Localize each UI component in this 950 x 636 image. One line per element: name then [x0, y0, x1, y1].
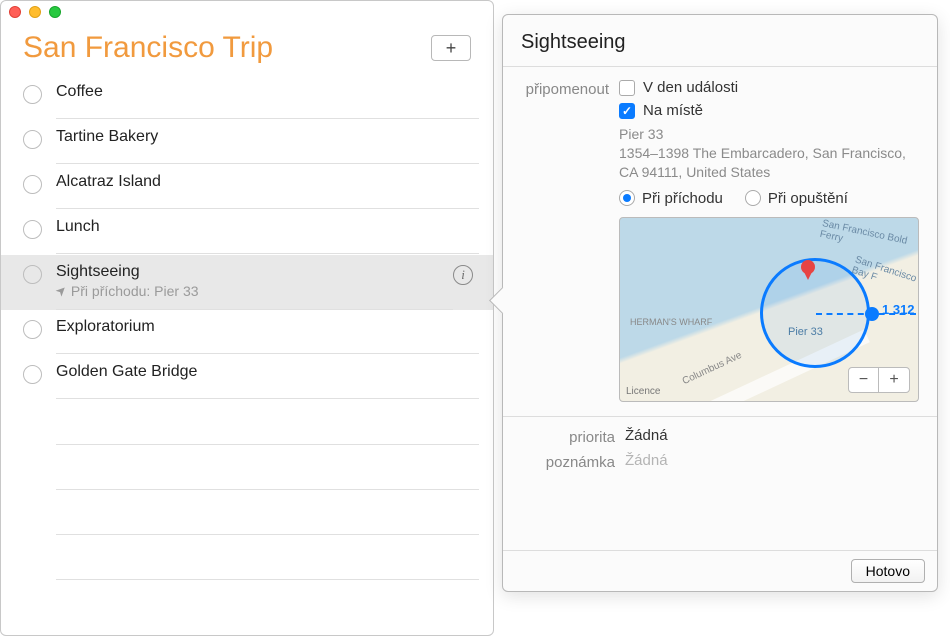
reminder-content: Exploratorium	[56, 318, 479, 354]
close-window-icon[interactable]	[9, 6, 21, 18]
reminder-sublabel: ➤Při příchodu: Pier 33	[56, 283, 453, 299]
complete-circle[interactable]	[23, 85, 42, 104]
map-ferry-label: San Francisco Bold Ferry	[819, 218, 919, 260]
reminder-content: Lunch	[56, 218, 479, 254]
day-of-event-checkbox[interactable]	[619, 80, 635, 96]
list-header: San Francisco Trip +	[1, 23, 493, 75]
day-of-event-label: V den události	[643, 79, 738, 96]
map-wharf-label: HERMAN'S WHARF	[630, 318, 712, 328]
note-row: poznámka Žádná	[521, 452, 919, 471]
geofence-mode: Při příchodu Při opuštění	[619, 190, 919, 207]
info-icon[interactable]: i	[453, 265, 473, 285]
note-value[interactable]: Žádná	[625, 452, 919, 471]
priority-label: priorita	[521, 427, 625, 446]
geofence-distance: 1 312 STO	[882, 302, 919, 317]
list-title: San Francisco Trip	[23, 31, 273, 65]
location-address: Pier 33 1354–1398 The Embarcadero, San F…	[619, 125, 919, 182]
geofence-radius-handle[interactable]	[865, 307, 879, 321]
complete-circle[interactable]	[23, 175, 42, 194]
at-location-label: Na místě	[643, 102, 703, 119]
reminder-item[interactable]: Lunch	[1, 210, 493, 255]
empty-row	[56, 400, 479, 445]
map-pier-label: Pier 33	[788, 326, 823, 338]
remind-row: připomenout V den události Na místě Pier…	[521, 79, 919, 402]
reminder-content: Coffee	[56, 83, 479, 119]
zoom-in-button[interactable]: +	[879, 368, 909, 392]
reminder-label: Exploratorium	[56, 318, 479, 336]
reminder-item[interactable]: Alcatraz Island	[1, 165, 493, 210]
map-road-label: Columbus Ave	[681, 350, 744, 387]
reminder-label: Coffee	[56, 83, 479, 101]
detail-title: Sightseeing	[503, 15, 937, 67]
empty-row	[56, 490, 479, 535]
location-arrow-icon: ➤	[52, 281, 71, 300]
note-label: poznámka	[521, 452, 625, 471]
reminder-content: Golden Gate Bridge	[56, 363, 479, 399]
complete-circle[interactable]	[23, 130, 42, 149]
address-line2: 1354–1398 The Embarcadero, San Francisco…	[619, 144, 919, 182]
window-titlebar	[1, 1, 493, 23]
at-location-option[interactable]: Na místě	[619, 102, 919, 119]
zoom-window-icon[interactable]	[49, 6, 61, 18]
empty-row	[56, 535, 479, 580]
radio-icon	[745, 190, 761, 206]
reminder-list: Coffee Tartine Bakery Alcatraz Island Lunch…	[1, 75, 493, 635]
day-of-event-option[interactable]: V den události	[619, 79, 919, 96]
on-arrival-label: Při příchodu	[642, 190, 723, 207]
complete-circle[interactable]	[23, 320, 42, 339]
reminders-window: San Francisco Trip + Coffee Tartine Baker…	[0, 0, 494, 636]
minimize-window-icon[interactable]	[29, 6, 41, 18]
location-map[interactable]: Columbus Ave San Francisco Bold Ferry Sa…	[619, 217, 919, 402]
empty-row	[56, 445, 479, 490]
reminder-sublabel-text: Při příchodu: Pier 33	[71, 283, 199, 299]
address-line1: Pier 33	[619, 125, 919, 144]
done-button[interactable]: Hotovo	[851, 559, 925, 583]
reminder-label: Sightseeing	[56, 263, 453, 281]
reminder-item[interactable]: Golden Gate Bridge	[1, 355, 493, 400]
reminder-content: Tartine Bakery	[56, 128, 479, 164]
reminder-content: Alcatraz Island	[56, 173, 479, 209]
section-divider	[503, 416, 937, 417]
map-zoom-controls: − +	[848, 367, 910, 393]
remind-label: připomenout	[521, 79, 619, 402]
priority-value[interactable]: Žádná	[625, 427, 919, 446]
on-leaving-label: Při opuštění	[768, 190, 848, 207]
radio-icon	[619, 190, 635, 206]
complete-circle[interactable]	[23, 265, 42, 284]
detail-footer: Hotovo	[503, 550, 937, 591]
add-reminder-button[interactable]: +	[431, 35, 471, 61]
reminder-label: Alcatraz Island	[56, 173, 479, 191]
reminder-content: Sightseeing ➤Při příchodu: Pier 33	[56, 263, 453, 310]
at-location-checkbox[interactable]	[619, 103, 635, 119]
reminder-item[interactable]: Tartine Bakery	[1, 120, 493, 165]
map-licence-link[interactable]: Licence	[626, 386, 660, 397]
reminder-label: Tartine Bakery	[56, 128, 479, 146]
priority-row: priorita Žádná	[521, 427, 919, 446]
detail-body: připomenout V den události Na místě Pier…	[503, 67, 937, 550]
plus-icon: +	[446, 38, 457, 59]
reminder-label: Golden Gate Bridge	[56, 363, 479, 381]
reminder-item[interactable]: Exploratorium	[1, 310, 493, 355]
reminder-item[interactable]: Sightseeing➤Při příchodu: Pier 33i	[1, 255, 493, 310]
reminder-label: Lunch	[56, 218, 479, 236]
on-arrival-radio[interactable]: Při příchodu	[619, 190, 723, 207]
zoom-out-button[interactable]: −	[849, 368, 879, 392]
complete-circle[interactable]	[23, 365, 42, 384]
reminder-detail-panel: Sightseeing připomenout V den události N…	[502, 14, 938, 592]
reminder-item[interactable]: Coffee	[1, 75, 493, 120]
on-leaving-radio[interactable]: Při opuštění	[745, 190, 848, 207]
complete-circle[interactable]	[23, 220, 42, 239]
